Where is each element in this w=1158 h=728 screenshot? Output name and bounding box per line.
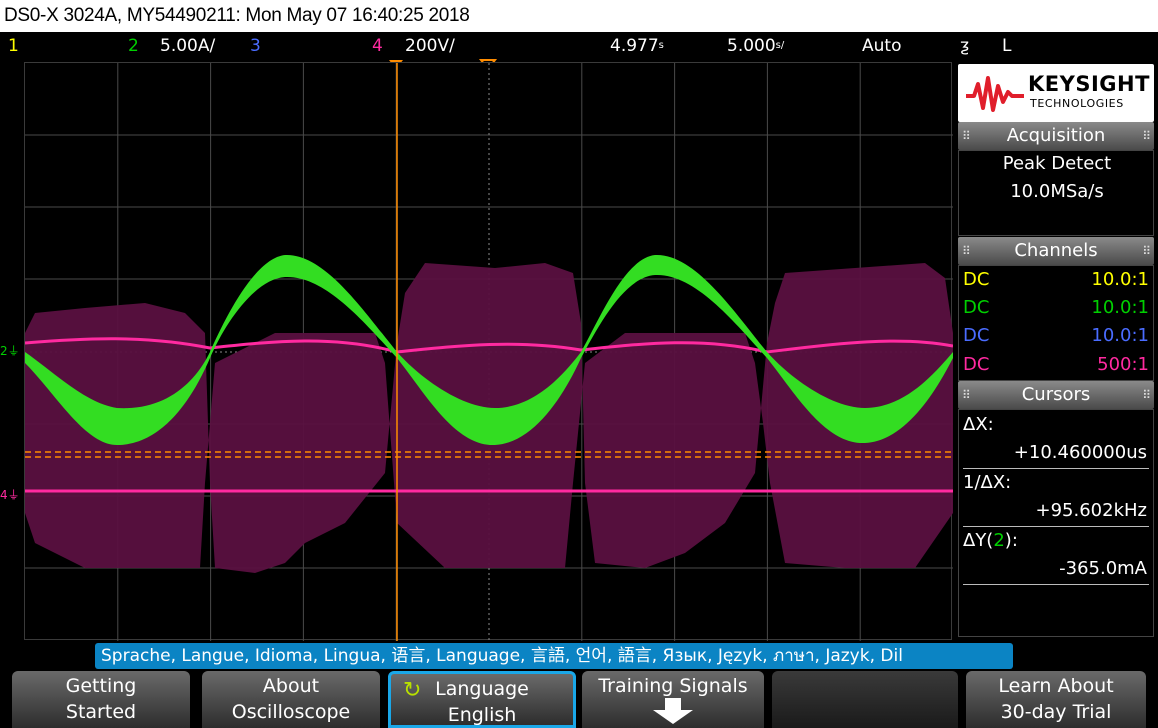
status-bar: 1 2 5.00A/ 3 4 200V/ 4.977s 5.000s/ Auto… (0, 32, 1158, 60)
timebase-unit: s/ (775, 40, 785, 51)
channels-body: DC 10.0:1 DC 10.0:1 DC 10.0:1 DC 500:1 (958, 265, 1154, 381)
channel-row-1[interactable]: DC 10.0:1 (963, 266, 1149, 294)
graticule-svg (25, 63, 953, 641)
grip-icon: ⠿ (1142, 388, 1151, 402)
learn-about-trial-softkey[interactable]: Learn About 30-day Trial (966, 671, 1146, 728)
waveform-display[interactable] (24, 62, 953, 641)
grip-icon: ⠿ (1142, 244, 1151, 258)
rotate-icon: ↻ (403, 678, 422, 703)
grip-icon: ⠿ (1142, 129, 1151, 143)
down-arrow-icon (653, 698, 693, 724)
logo-technologies: TECHNOLOGIES (1030, 97, 1124, 110)
softkey-line1: Getting (65, 675, 137, 697)
delta-x-label: ΔX: (963, 414, 994, 435)
delta-y-prefix: ΔY( (963, 530, 994, 551)
channel-coupling: DC (963, 269, 990, 290)
about-oscilloscope-softkey[interactable]: About Oscilloscope (202, 671, 380, 728)
ch4-indicator[interactable]: 4 (372, 32, 383, 60)
timebase-value: 5.000 (727, 36, 776, 56)
cursors-header[interactable]: ⠿ Cursors ⠿ (958, 381, 1154, 409)
delta-y-channel: 2 (993, 530, 1005, 551)
horizontal-delay: 4.977s (610, 32, 664, 60)
keysight-wave-icon (966, 76, 1024, 112)
ch4-scale: 200V/ (405, 36, 455, 56)
softkey-line1: About (262, 675, 320, 697)
delta-x-value: +10.460000us (1013, 442, 1147, 463)
logo-keysight: KEYSIGHT (1028, 72, 1150, 96)
ch4-ground-marker[interactable]: 4⏚ (0, 486, 20, 503)
softkey-line1: Learn About (998, 675, 1114, 697)
channel-coupling: DC (963, 354, 990, 375)
acquisition-mode: Peak Detect (1002, 153, 1112, 174)
training-signals-softkey[interactable]: Training Signals (582, 671, 764, 728)
acquisition-body: Peak Detect 10.0MSa/s (958, 150, 1154, 236)
delta-y-value: -365.0mA (1059, 558, 1147, 579)
language-softkey[interactable]: ↻ Language English (388, 671, 576, 728)
grip-icon: ⠿ (962, 129, 971, 143)
delta-y-suffix: ): (1004, 530, 1018, 551)
channel-probe: 10.0:1 (1091, 297, 1149, 318)
keysight-logo: KEYSIGHT TECHNOLOGIES (958, 64, 1154, 122)
channel-row-2[interactable]: DC 10.0:1 (963, 294, 1149, 322)
ch2-indicator[interactable]: 2 (128, 32, 139, 60)
right-panel: KEYSIGHT TECHNOLOGIES ⠿ Acquisition ⠿ Pe… (956, 62, 1156, 640)
grip-icon: ⠿ (962, 388, 971, 402)
ch2-ground-label: 2 (0, 344, 8, 358)
inverse-delta-x-label: 1/ΔX: (963, 472, 1012, 493)
channel-probe: 10.0:1 (1091, 325, 1149, 346)
language-banner: Sprache, Langue, Idioma, Lingua, 语言, Lan… (95, 643, 1013, 669)
acquisition-rate: 10.0MSa/s (1010, 181, 1104, 202)
trigger-mode: Auto (862, 36, 902, 56)
delay-unit: s (658, 40, 664, 51)
timebase: 5.000s/ (727, 32, 784, 60)
channel-coupling: DC (963, 297, 990, 318)
channels-title: Channels (1014, 240, 1098, 261)
trigger-source: L (1002, 36, 1012, 56)
grip-icon: ⠿ (962, 244, 971, 258)
ch2-scale: 5.00A/ (160, 36, 216, 56)
ch1-indicator[interactable]: 1 (8, 32, 19, 60)
divider (963, 584, 1149, 585)
divider (963, 526, 1149, 527)
getting-started-softkey[interactable]: Getting Started (12, 671, 190, 728)
ground-icon: ⏚ (7, 344, 20, 358)
ch3-indicator[interactable]: 3 (250, 32, 261, 60)
acquisition-title: Acquisition (1006, 125, 1106, 146)
window-title: DS0-X 3024A, MY54490211: Mon May 07 16:4… (0, 0, 1158, 32)
ch2-ground-marker[interactable]: 2⏚ (0, 342, 20, 359)
cursors-title: Cursors (1021, 384, 1091, 405)
trigger-falling-edge-icon: ƺ (960, 36, 969, 56)
softkey-line2: 30-day Trial (1000, 701, 1112, 723)
softkey-line2: English (447, 704, 517, 726)
channel-coupling: DC (963, 325, 990, 346)
inverse-delta-x-value: +95.602kHz (1035, 500, 1147, 521)
channel-probe: 10.0:1 (1091, 269, 1149, 290)
channels-header[interactable]: ⠿ Channels ⠿ (958, 237, 1154, 265)
softkey-line1: Training Signals (598, 675, 748, 697)
ground-icon: ⏚ (7, 488, 20, 502)
softkey-line2: Oscilloscope (231, 701, 351, 723)
blank-softkey[interactable] (772, 671, 958, 728)
channel-row-3[interactable]: DC 10.0:1 (963, 322, 1149, 350)
softkey-line2: Started (65, 701, 137, 723)
delay-value: 4.977 (610, 36, 659, 56)
acquisition-header[interactable]: ⠿ Acquisition ⠿ (958, 122, 1154, 150)
delta-y-label: ΔY(2): (963, 530, 1018, 551)
ch4-ground-label: 4 (0, 488, 8, 502)
divider (963, 468, 1149, 469)
channel-probe: 500:1 (1097, 354, 1149, 375)
channel-row-4[interactable]: DC 500:1 (963, 351, 1149, 379)
cursors-body: ΔX: +10.460000us 1/ΔX: +95.602kHz ΔY(2):… (958, 409, 1154, 637)
